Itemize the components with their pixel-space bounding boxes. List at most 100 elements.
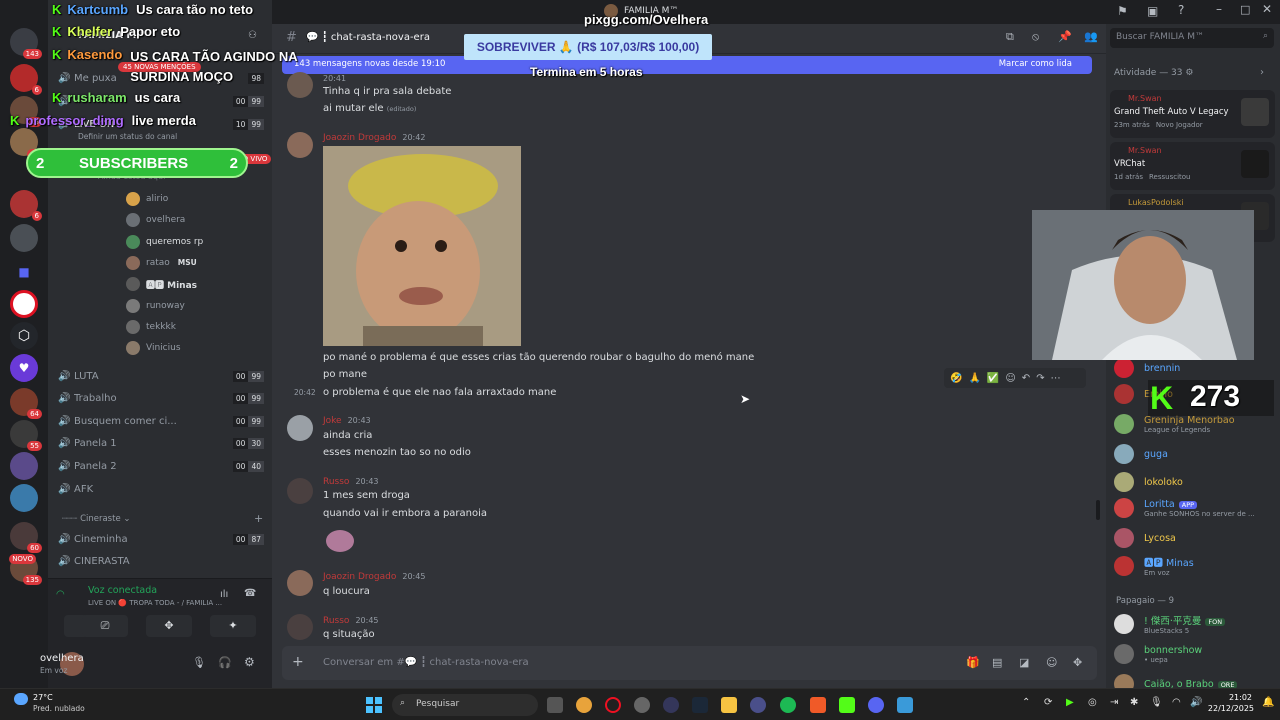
server-button[interactable]: 64 <box>10 388 42 419</box>
voice-member[interactable]: runoway <box>126 297 185 315</box>
member-row[interactable]: ! 傑西·平克曼 FON BlueStacks 5 <box>1114 612 1226 636</box>
server-button[interactable]: 6 <box>10 64 42 95</box>
threads-icon[interactable]: ⧉ <box>1006 30 1014 44</box>
minimize-icon[interactable]: – <box>1216 2 1222 16</box>
server-button[interactable]: NOVO 135 <box>9 554 42 585</box>
apps-icon[interactable]: ✥ <box>1073 656 1082 669</box>
channel-row[interactable]: 🔊 CINERASTA <box>58 552 264 572</box>
disconnect-icon[interactable]: ☎ <box>244 588 256 599</box>
avatar[interactable] <box>287 570 313 596</box>
channel-row[interactable]: 🔊 Cineminha 00 87 <box>58 529 264 549</box>
clock-date[interactable]: 22/12/2025 <box>1206 704 1254 713</box>
sticker-image[interactable] <box>326 530 354 552</box>
reaction-pray-icon[interactable]: 🙏 <box>968 373 980 384</box>
microphone-icon[interactable]: 🎙 <box>1150 697 1163 708</box>
attach-icon[interactable]: + <box>292 654 304 670</box>
voice-member[interactable]: alirio <box>126 190 168 208</box>
server-button[interactable] <box>10 290 38 318</box>
member-row[interactable]: Lycosa <box>1114 526 1176 550</box>
member-row[interactable]: Loritta APP Ganhe SONHOS no server de ... <box>1114 496 1255 520</box>
voice-status[interactable]: Voz conectada <box>40 585 240 596</box>
server-button[interactable] <box>10 452 38 480</box>
weather-temp[interactable]: 27°C <box>33 693 53 702</box>
reaction-laugh-icon[interactable]: 🤣 <box>950 373 962 384</box>
screen-share-button[interactable]: ⎚ <box>82 615 128 637</box>
start-icon[interactable] <box>366 697 382 713</box>
server-button[interactable]: ♥ <box>10 354 38 382</box>
steam-icon[interactable] <box>692 697 708 713</box>
reaction-check-icon[interactable]: ✅ <box>987 373 999 384</box>
server-button[interactable]: 55 <box>10 420 42 451</box>
member-row[interactable]: 🅰🅿 Minas Em voz <box>1114 554 1194 578</box>
channel-row[interactable]: 🔊 LUTA 00 99 <box>58 366 264 386</box>
discord-icon[interactable] <box>868 697 884 713</box>
voice-member[interactable]: tekkkk <box>126 318 176 336</box>
category-header[interactable]: ┈┈┈ Cineraste ⌄ <box>62 514 131 524</box>
app-icon[interactable]: ◎ <box>1088 697 1097 708</box>
voice-channel-name[interactable]: LIVE ON 🔴 TROPA TODA - / FAMILIA ... <box>40 599 250 607</box>
meme-image[interactable] <box>323 146 521 346</box>
folder-icon[interactable]: ■ <box>10 258 38 286</box>
bluetooth-icon[interactable]: ✱ <box>1130 697 1138 708</box>
settings-icon[interactable]: ⚙ <box>244 655 255 669</box>
message-author[interactable]: Russo 20:43 <box>323 477 379 487</box>
add-channel-icon[interactable]: + <box>254 512 263 525</box>
voice-member[interactable]: ovelhera <box>126 211 185 229</box>
weather-icon[interactable] <box>14 693 28 705</box>
voice-member[interactable]: queremos rp <box>126 233 203 251</box>
reply-icon[interactable]: ↶ <box>1022 373 1030 384</box>
forward-icon[interactable]: ↷ <box>1036 373 1044 384</box>
member-row[interactable]: guga <box>1114 442 1168 466</box>
soundboard-button[interactable]: ✦ <box>210 615 256 637</box>
task-view-icon[interactable] <box>547 697 563 713</box>
volume-icon[interactable]: 🔊 <box>1190 697 1202 708</box>
voice-member[interactable]: ratao MSU <box>126 254 197 272</box>
message-composer[interactable]: + Conversar em #💬 ┇ chat-rasta-nova-era … <box>282 646 1097 680</box>
server-button[interactable] <box>10 224 38 252</box>
sync-icon[interactable]: ⟳ <box>1044 697 1052 708</box>
notification-bell-icon[interactable]: 🔔 <box>1262 697 1274 708</box>
username[interactable]: ovelhera <box>40 653 84 664</box>
wifi-icon[interactable]: ◠ <box>1172 697 1181 708</box>
avatar[interactable] <box>287 614 313 640</box>
brave-icon[interactable] <box>810 697 826 713</box>
members-icon[interactable]: 👥 <box>1084 30 1098 43</box>
gif-icon[interactable]: ▤ <box>992 656 1002 669</box>
taskbar-search[interactable]: ⌕ Pesquisar <box>392 694 538 716</box>
server-button[interactable] <box>10 484 38 512</box>
help-icon[interactable]: ? <box>1178 3 1184 17</box>
add-friend-icon[interactable]: ⚇ <box>248 30 257 41</box>
add-reaction-icon[interactable]: ☺ <box>1005 373 1015 384</box>
chrome-icon[interactable] <box>576 697 592 713</box>
close-icon[interactable]: ✕ <box>1262 2 1272 16</box>
weather-desc[interactable]: Pred. nublado <box>33 704 85 713</box>
screen-icon[interactable]: ▣ <box>1147 4 1158 18</box>
message-author[interactable]: Joaozin Drogado 20:42 <box>323 133 425 143</box>
emoji-icon[interactable]: ☺ <box>1046 656 1057 669</box>
app-icon[interactable]: ⇥ <box>1110 697 1118 708</box>
message-author[interactable]: Russo 20:45 <box>323 616 379 626</box>
more-icon[interactable]: ⋯ <box>1051 373 1061 384</box>
inbox-icon[interactable]: ⚑ <box>1117 4 1128 18</box>
chevron-up-icon[interactable]: ⌃ <box>1022 697 1030 708</box>
microphone-icon[interactable]: 🎙 <box>192 656 206 669</box>
app-icon[interactable] <box>750 697 766 713</box>
server-button[interactable]: 60 <box>10 522 42 553</box>
clock-time[interactable]: 21:02 <box>1222 693 1252 702</box>
pin-icon[interactable]: 📌 <box>1058 30 1072 43</box>
avatar[interactable] <box>287 415 313 441</box>
activities-button[interactable]: ✥ <box>146 615 192 637</box>
file-explorer-icon[interactable] <box>721 697 737 713</box>
spotify-icon[interactable] <box>780 697 796 713</box>
kick-icon[interactable] <box>839 697 855 713</box>
channel-row[interactable]: 🔊 Trabalho 00 99 <box>58 389 264 409</box>
activity-card[interactable]: Mr.Swan VRChat 1d atrás Ressuscitou <box>1110 142 1275 190</box>
notifications-icon[interactable]: ⦸ <box>1032 30 1039 44</box>
channel-row[interactable]: 🔊 Busquem comer ci... 00 99 <box>58 411 264 431</box>
headphones-icon[interactable]: 🎧 <box>218 656 232 669</box>
member-row[interactable]: bonnershow • uepa <box>1114 642 1202 666</box>
voice-member[interactable]: Vinicius <box>126 339 181 357</box>
member-row[interactable]: lokoloko <box>1114 470 1183 494</box>
mark-read-button[interactable]: Marcar como lida <box>999 59 1072 69</box>
app-icon[interactable] <box>663 697 679 713</box>
